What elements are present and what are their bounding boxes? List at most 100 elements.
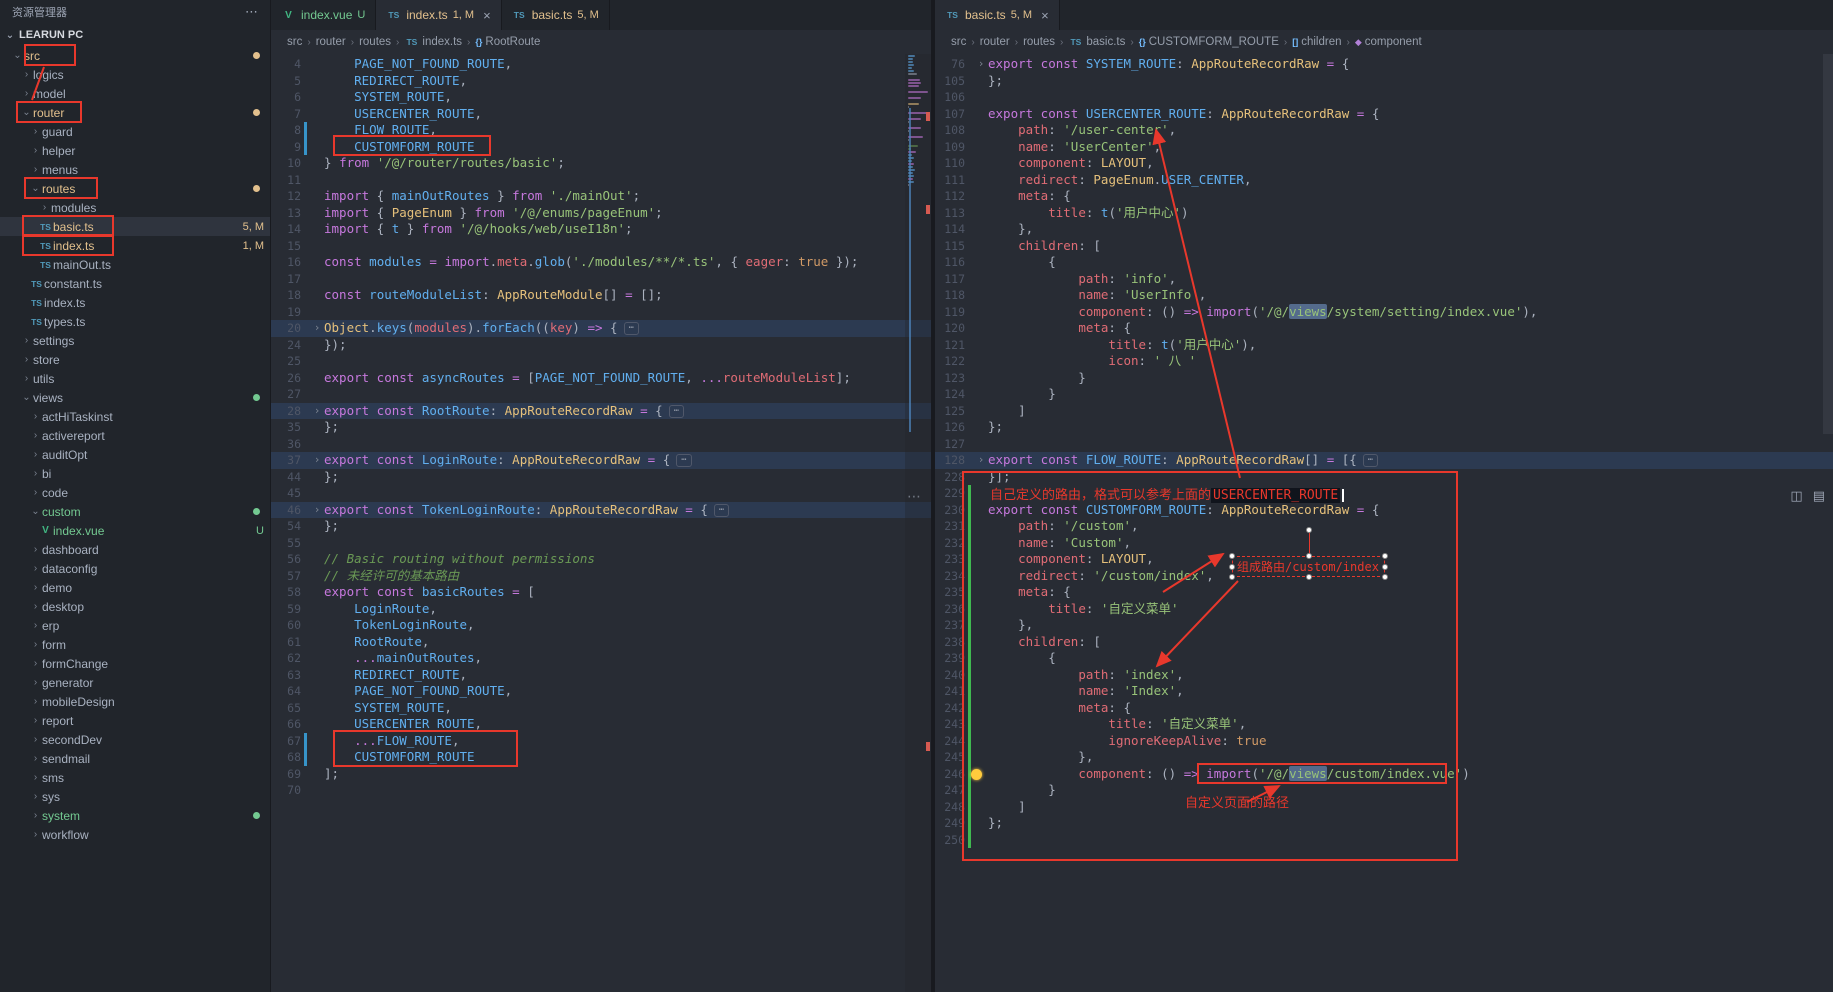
sidebar-item-store[interactable]: ›store [0,350,270,369]
sidebar-item-views[interactable]: ⌄views [0,388,270,407]
close-icon[interactable]: × [1041,8,1049,23]
code-line-237[interactable]: 237 }, [935,617,1833,634]
sidebar-item-generator[interactable]: ›generator [0,673,270,692]
sidebar-item-utils[interactable]: ›utils [0,369,270,388]
sidebar-item-secondDev[interactable]: ›secondDev [0,730,270,749]
code-line-26[interactable]: 26export const asyncRoutes = [PAGE_NOT_F… [271,370,931,387]
sidebar-item-bi[interactable]: ›bi [0,464,270,483]
code-line-19[interactable]: 19 [271,304,931,321]
code-line-8[interactable]: 8 FLOW_ROUTE, [271,122,931,139]
code-line-114[interactable]: 114 }, [935,221,1833,238]
code-line-65[interactable]: 65 SYSTEM_ROUTE, [271,700,931,717]
code-line-125[interactable]: 125 ] [935,403,1833,420]
code-line-10[interactable]: 10} from '/@/router/routes/basic'; [271,155,931,172]
code-line-25[interactable]: 25 [271,353,931,370]
code-line-58[interactable]: 58export const basicRoutes = [ [271,584,931,601]
code-line-69[interactable]: 69]; [271,766,931,783]
breadcrumb-basic.ts[interactable]: TSbasic.ts [1068,36,1125,48]
code-line-112[interactable]: 112 meta: { [935,188,1833,205]
code-line-127[interactable]: 127 [935,436,1833,453]
code-line-24[interactable]: 24}); [271,337,931,354]
code-line-14[interactable]: 14import { t } from '/@/hooks/web/useI18… [271,221,931,238]
code-line-16[interactable]: 16const modules = import.meta.glob('./mo… [271,254,931,271]
code-line-61[interactable]: 61 RootRoute, [271,634,931,651]
breadcrumb-src[interactable]: src [287,36,302,48]
code-line-249[interactable]: 249}; [935,815,1833,832]
code-line-37[interactable]: 37›export const LoginRoute: AppRouteReco… [271,452,931,469]
lightbulb-icon[interactable] [971,769,982,780]
sidebar-item-mobileDesign[interactable]: ›mobileDesign [0,692,270,711]
code-line-232[interactable]: 232 name: 'Custom', [935,535,1833,552]
sidebar-item-sms[interactable]: ›sms [0,768,270,787]
code-line-56[interactable]: 56// Basic routing without permissions [271,551,931,568]
code-line-239[interactable]: 239 { [935,650,1833,667]
code-line-68[interactable]: 68 CUSTOMFORM_ROUTE [271,749,931,766]
code-line-15[interactable]: 15 [271,238,931,255]
code-line-67[interactable]: 67 ...FLOW_ROUTE, [271,733,931,750]
code-line-110[interactable]: 110 component: LAYOUT, [935,155,1833,172]
code-line-70[interactable]: 70 [271,782,931,799]
code-line-244[interactable]: 244 ignoreKeepAlive: true [935,733,1833,750]
code-line-250[interactable]: 250 [935,832,1833,849]
code-line-5[interactable]: 5 REDIRECT_ROUTE, [271,73,931,90]
sidebar-item-constant.ts[interactable]: TSconstant.ts [0,274,270,293]
code-line-62[interactable]: 62 ...mainOutRoutes, [271,650,931,667]
close-icon[interactable]: × [483,8,491,23]
code-line-111[interactable]: 111 redirect: PageEnum.USER_CENTER, [935,172,1833,189]
code-line-128[interactable]: 128›export const FLOW_ROUTE: AppRouteRec… [935,452,1833,469]
sidebar-item-src[interactable]: ⌄src [0,46,270,65]
code-line-45[interactable]: 45 [271,485,931,502]
sidebar-item-modules[interactable]: ›modules [0,198,270,217]
breadcrumb-index.ts[interactable]: TSindex.ts [404,36,462,48]
code-line-231[interactable]: 231 path: '/custom', [935,518,1833,535]
code-line-6[interactable]: 6 SYSTEM_ROUTE, [271,89,931,106]
scrollbar-thumb[interactable] [1823,54,1833,434]
code-line-113[interactable]: 113 title: t('用户中心') [935,205,1833,222]
code-line-106[interactable]: 106 [935,89,1833,106]
sidebar-item-actHiTaskinst[interactable]: ›actHiTaskinst [0,407,270,426]
sidebar-item-settings[interactable]: ›settings [0,331,270,350]
sidebar-item-model[interactable]: ›model [0,84,270,103]
sidebar-item-basic.ts[interactable]: TSbasic.ts5, M [0,217,270,236]
sidebar-item-router[interactable]: ⌄router [0,103,270,122]
code-line-120[interactable]: 120 meta: { [935,320,1833,337]
code-line-12[interactable]: 12import { mainOutRoutes } from './mainO… [271,188,931,205]
sidebar-item-mainOut.ts[interactable]: TSmainOut.ts [0,255,270,274]
sidebar-item-logics[interactable]: ›logics [0,65,270,84]
code-line-17[interactable]: 17 [271,271,931,288]
sidebar-item-menus[interactable]: ›menus [0,160,270,179]
code-line-18[interactable]: 18const routeModuleList: AppRouteModule[… [271,287,931,304]
sidebar-item-code[interactable]: ›code [0,483,270,502]
code-line-243[interactable]: 243 title: '自定义菜单', [935,716,1833,733]
tab-index.ts[interactable]: TSindex.ts1, M× [376,0,501,30]
code-line-107[interactable]: 107export const USERCENTER_ROUTE: AppRou… [935,106,1833,123]
code-line-109[interactable]: 109 name: 'UserCenter', [935,139,1833,156]
code-editor-index-ts[interactable]: 4 PAGE_NOT_FOUND_ROUTE,5 REDIRECT_ROUTE,… [271,54,931,992]
code-line-9[interactable]: 9 CUSTOMFORM_ROUTE [271,139,931,156]
code-line-116[interactable]: 116 { [935,254,1833,271]
code-line-124[interactable]: 124 } [935,386,1833,403]
code-line-28[interactable]: 28›export const RootRoute: AppRouteRecor… [271,403,931,420]
sidebar-item-custom[interactable]: ⌄custom [0,502,270,521]
sidebar-item-activereport[interactable]: ›activereport [0,426,270,445]
code-line-105[interactable]: 105}; [935,73,1833,90]
sidebar-item-auditOpt[interactable]: ›auditOpt [0,445,270,464]
code-line-11[interactable]: 11 [271,172,931,189]
code-line-46[interactable]: 46›export const TokenLoginRoute: AppRout… [271,502,931,519]
explorer-more-icon[interactable]: ⋯ [245,4,258,20]
code-line-44[interactable]: 44}; [271,469,931,486]
sidebar-item-index.vue[interactable]: Vindex.vueU [0,521,270,540]
tab-basic.ts[interactable]: TSbasic.ts5, M [502,0,610,30]
code-line-238[interactable]: 238 children: [ [935,634,1833,651]
tab-index.vue[interactable]: Vindex.vueU [271,0,376,30]
sidebar-item-system[interactable]: ›system [0,806,270,825]
sidebar-item-types.ts[interactable]: TStypes.ts [0,312,270,331]
sidebar-item-helper[interactable]: ›helper [0,141,270,160]
code-line-76[interactable]: 76›export const SYSTEM_ROUTE: AppRouteRe… [935,56,1833,73]
breadcrumb-router[interactable]: router [980,36,1010,48]
code-line-248[interactable]: 248 ] [935,799,1833,816]
code-line-57[interactable]: 57// 未经许可的基本路由 [271,568,931,585]
sidebar-item-sendmail[interactable]: ›sendmail [0,749,270,768]
sidebar-item-sys[interactable]: ›sys [0,787,270,806]
sidebar-item-routes[interactable]: ⌄routes [0,179,270,198]
